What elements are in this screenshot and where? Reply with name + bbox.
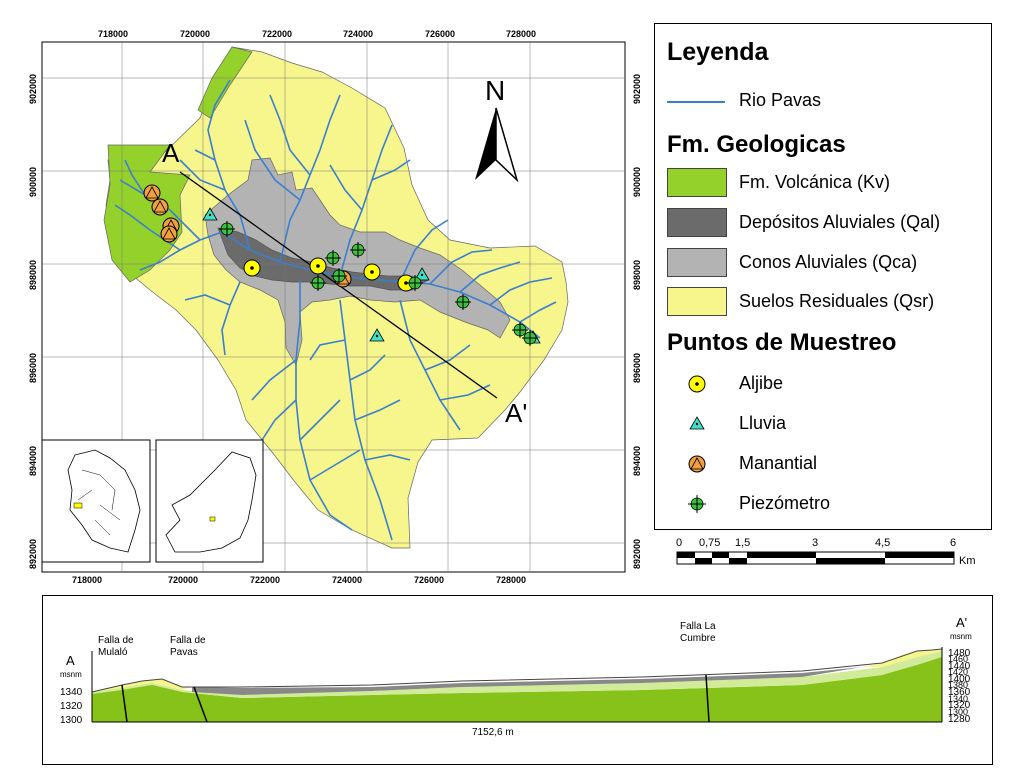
right-elevation: 1420: [948, 667, 968, 677]
formation-label: Conos Aluviales (Qca): [739, 252, 918, 272]
aljibe-point: [243, 259, 261, 277]
section-end-label: A': [505, 398, 527, 428]
map-right-y-tick: 892000: [632, 539, 642, 569]
map-bottom-x-tick: 718000: [72, 575, 102, 585]
map-top-x-tick: 724000: [343, 29, 373, 39]
map-top-x-tick: 726000: [425, 29, 455, 39]
right-unit-label: msnm: [950, 632, 972, 641]
scale-tick: 1,5: [735, 537, 750, 549]
aljibe-point: [309, 257, 327, 275]
river-line-icon: [667, 101, 725, 103]
section-start-label: A: [162, 138, 180, 168]
left-elevation: 1340: [60, 687, 83, 698]
sampling-symbols: [688, 375, 706, 513]
sampling-label: Lluvia: [739, 413, 787, 433]
north-label: N: [485, 75, 505, 106]
scale-tick: 4,5: [875, 537, 890, 549]
river-legend-label: Rio Pavas: [739, 90, 822, 110]
sampling-label: Aljibe: [739, 373, 784, 393]
map-right-y-tick: 894000: [632, 446, 642, 476]
scale-bar: 0 0,75 1,5 3 4,5 6 Km: [665, 532, 985, 572]
piezometro-cross-circle-icon: [688, 495, 706, 513]
sampling-label: Piezómetro: [739, 493, 831, 513]
section-start-label: A: [66, 653, 75, 668]
map-top-x-tick: 718000: [98, 29, 128, 39]
legend-panel: Leyenda Rio Pavas Fm. Geologicas Fm. Vol…: [654, 23, 992, 530]
section-length-label: 7152,6 m: [472, 727, 514, 738]
map-top-x-tick: 722000: [262, 29, 292, 39]
section-end-label: A': [956, 615, 967, 630]
map-bottom-x-tick: 720000: [168, 575, 198, 585]
map-svg: 718000 720000 722000 724000 726000 72800…: [28, 29, 642, 585]
map-bottom-x-tick: 728000: [496, 575, 526, 585]
volcanica-swatch: [667, 168, 727, 197]
sampling-label: Manantial: [739, 453, 818, 473]
map-left-y-tick: 894000: [28, 446, 38, 476]
scale-tick: 3: [812, 537, 818, 549]
map-right-y-tick: 900000: [632, 167, 642, 197]
map-left-y-tick: 900000: [28, 167, 38, 197]
manantial-circle-triangle-icon: [688, 455, 706, 473]
map-bottom-x-tick: 722000: [250, 575, 280, 585]
fault-label-cumbre: Falla La Cumbre: [680, 621, 716, 644]
inset-region-map: [155, 439, 264, 563]
manantial-point: [151, 198, 169, 216]
sampling-heading: Puntos de Muestreo: [667, 329, 897, 356]
scale-tick: 6: [950, 537, 956, 549]
residuales-swatch: [667, 287, 727, 316]
right-elevation: 1300: [948, 707, 968, 717]
map-bottom-x-tick: 724000: [332, 575, 362, 585]
formation-label: Depósitos Aluviales (Qal): [739, 212, 941, 232]
scale-tick: 0: [676, 537, 682, 549]
map-bottom-x-tick: 726000: [414, 575, 444, 585]
map-left-y-tick: 902000: [28, 74, 38, 104]
left-elevation: 1320: [60, 701, 83, 712]
left-elevation: 1300: [60, 715, 83, 726]
map-left-y-tick: 898000: [28, 260, 38, 290]
scale-unit: Km: [959, 555, 976, 567]
fault-label-mulalo: Falla de Mulaló: [98, 635, 134, 658]
map-right-y-tick: 896000: [632, 353, 642, 383]
aljibe-circle-icon: [688, 375, 706, 393]
aljibe-point: [363, 263, 381, 281]
map-right-y-tick: 902000: [632, 74, 642, 104]
formation-label: Fm. Volcánica (Kv): [739, 172, 891, 192]
right-elevation: 1340: [948, 694, 968, 704]
legend-title: Leyenda: [667, 38, 769, 66]
manantial-point: [143, 184, 161, 202]
right-elevation: 1460: [948, 654, 968, 664]
fault-label-pavas: Falla de Pavas: [170, 635, 206, 658]
formations-heading: Fm. Geologicas: [667, 131, 846, 158]
map-left-y-tick: 896000: [28, 353, 38, 383]
right-elevation: 1380: [948, 680, 968, 690]
aluviales-swatch: [667, 208, 727, 237]
map-left-y-tick: 892000: [28, 539, 38, 569]
map-panel: 718000 720000 722000 724000 726000 72800…: [0, 0, 650, 585]
scale-tick: 0,75: [699, 537, 720, 549]
manantial-point: [160, 225, 178, 243]
map-top-x-tick: 728000: [506, 29, 536, 39]
lluvia-triangle-icon: [689, 416, 705, 430]
conos-swatch: [667, 248, 727, 277]
formation-label: Suelos Residuales (Qsr): [739, 291, 935, 311]
map-right-y-tick: 898000: [632, 260, 642, 290]
inset-colombia-map: [41, 439, 151, 563]
left-unit-label: msnm: [60, 670, 82, 679]
cross-section-panel: A msnm 1340 1320 1300 A' msnm 1480 1440 …: [42, 595, 993, 765]
map-top-x-tick: 720000: [180, 29, 210, 39]
